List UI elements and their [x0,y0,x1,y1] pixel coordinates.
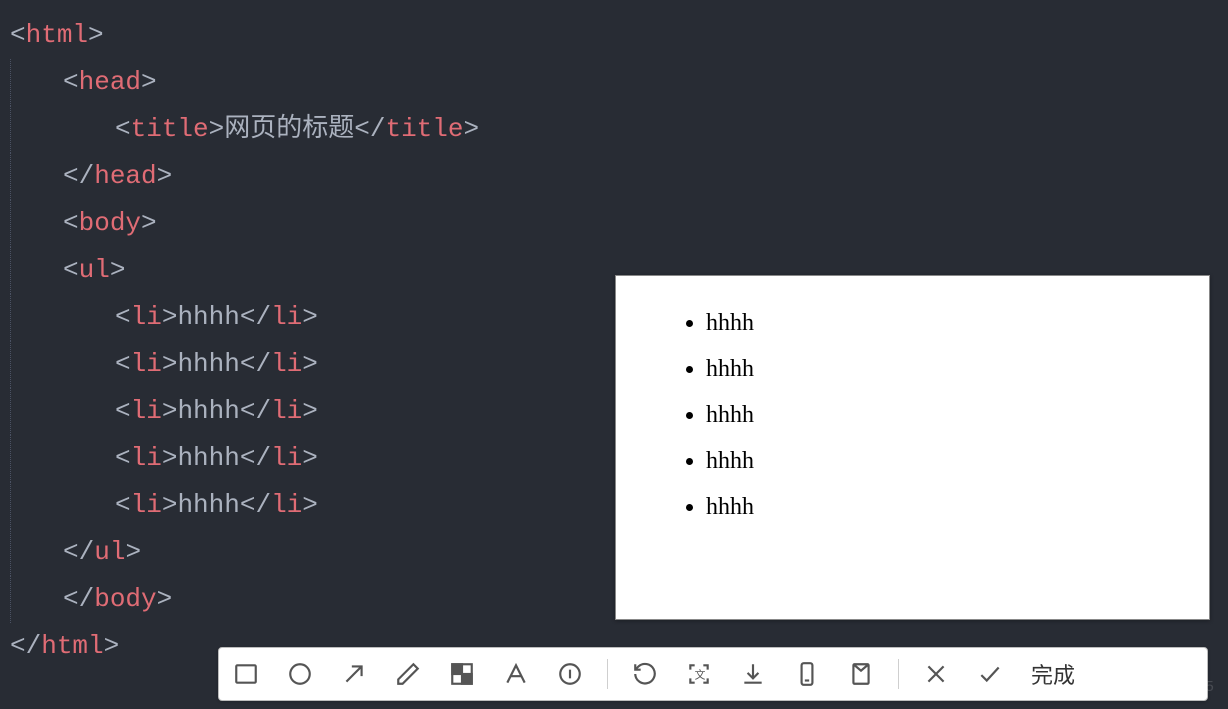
download-icon[interactable] [736,657,770,691]
text-icon[interactable] [499,657,533,691]
list-item: hhhh [706,302,1179,344]
ocr-icon[interactable]: 文 [682,657,716,691]
pin-icon[interactable] [844,657,878,691]
arrow-icon[interactable] [337,657,371,691]
browser-preview: hhhh hhhh hhhh hhhh hhhh [615,275,1210,620]
circle-icon[interactable] [283,657,317,691]
code-line: <html> [10,12,1218,59]
code-line: <body> [10,200,1218,247]
code-line: <title>网页的标题</title> [10,106,1218,153]
list-item: hhhh [706,394,1179,436]
toolbar-separator [898,659,899,689]
svg-text:文: 文 [695,667,706,682]
code-line: </head> [10,153,1218,200]
toolbar-separator [607,659,608,689]
watermark-text: https://blog.csdn.net/qq_45063425 [974,678,1214,695]
list-item: hhhh [706,486,1179,528]
number-icon[interactable] [553,657,587,691]
mosaic-icon[interactable] [445,657,479,691]
close-icon[interactable] [919,657,953,691]
undo-icon[interactable] [628,657,662,691]
preview-list: hhhh hhhh hhhh hhhh hhhh [686,302,1179,528]
phone-icon[interactable] [790,657,824,691]
pencil-icon[interactable] [391,657,425,691]
list-item: hhhh [706,440,1179,482]
list-item: hhhh [706,348,1179,390]
code-line: <head> [10,59,1218,106]
rectangle-icon[interactable] [229,657,263,691]
